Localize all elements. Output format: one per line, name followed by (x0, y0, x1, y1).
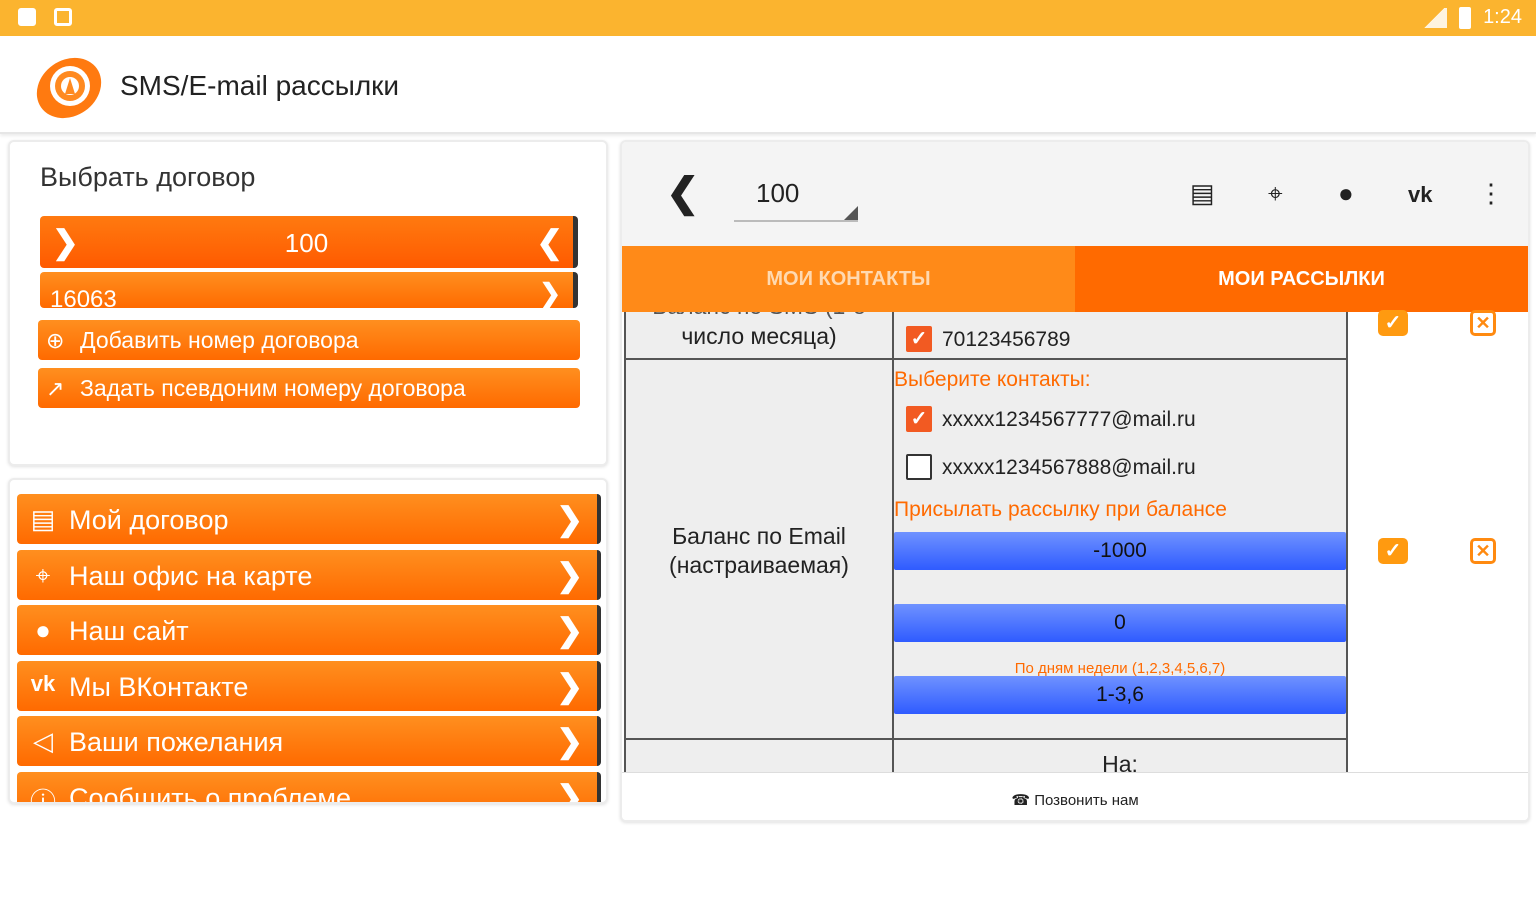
checkbox-checked[interactable]: ✓ (906, 406, 932, 432)
menu-item-my-contract[interactable]: ▤ Мой договор ❯ (17, 494, 601, 544)
add-contract-button[interactable]: ⊕ Добавить номер договора (38, 320, 580, 360)
app-bar: SMS/E-mail рассылки (0, 36, 1536, 134)
call-us-button[interactable]: ☎ Позвонить нам (622, 772, 1528, 820)
choose-contacts-label: Выберите контакты: (894, 368, 1091, 391)
table-border (624, 738, 1348, 740)
contract-icon[interactable]: ▤ (1190, 178, 1215, 209)
notification-icon (54, 8, 72, 26)
chevron-left-icon[interactable]: ❮ (536, 226, 563, 258)
menu-item-office-map[interactable]: ⌖ Наш офис на карте ❯ (17, 550, 601, 600)
tab-my-subscriptions[interactable]: МОИ РАССЫЛКИ (1075, 246, 1528, 312)
dropdown-arrow-icon (844, 206, 858, 220)
contract-panel: Выбрать договор ❯ 100 ❮ 16063 ❯ ⊕ Добави… (8, 140, 608, 466)
contract-selector[interactable]: ❯ 100 ❮ (40, 216, 578, 268)
menu-item-wishes[interactable]: ◁ Ваши пожелания ❯ (17, 716, 601, 766)
globe-icon[interactable]: ● (1338, 178, 1354, 209)
row-label: На: (1102, 751, 1138, 772)
subscriptions-table: Баланс по SMS (1-е число месяца) ✓ 70123… (622, 312, 1350, 772)
alert-icon: ⓘ (29, 787, 56, 804)
checkbox-unchecked[interactable] (906, 454, 932, 480)
tab-bar: МОИ КОНТАКТЫ МОИ РАССЫЛКИ (622, 246, 1528, 312)
menu-panel: ▤ Мой договор ❯ ⌖ Наш офис на карте ❯ ● … (8, 478, 608, 804)
days-of-week-input[interactable]: 1-3,6 (894, 676, 1346, 714)
row-label: число месяца) (681, 323, 837, 349)
chevron-right-icon: ❯ (556, 501, 583, 537)
phone-number: 70123456789 (942, 328, 1071, 351)
more-vert-icon[interactable]: ⋮ (1478, 178, 1504, 209)
megaphone-icon: ◁ (33, 726, 53, 756)
balance-from-input[interactable]: -1000 (894, 532, 1346, 570)
row-label-partial: Баланс по SMS (1-е (626, 312, 892, 321)
confirm-icon[interactable]: ✓ (1378, 538, 1408, 564)
contract-number-dropdown[interactable]: 100 (734, 172, 858, 222)
table-border (1346, 312, 1348, 772)
days-of-week-label: По дням недели (1,2,3,4,5,6,7) (1014, 660, 1226, 677)
chevron-right-icon: ❯ (556, 723, 583, 759)
email-address: xxxxx1234567777@mail.ru (942, 408, 1196, 431)
chevron-right-icon: ❯ (556, 557, 583, 593)
phone-icon: ☎ (1011, 792, 1031, 809)
call-us-label: Позвонить нам (1034, 792, 1139, 809)
selected-contract: 100 (284, 228, 329, 258)
app-logo-icon (36, 57, 102, 119)
chevron-right-icon: ❯ (556, 612, 583, 648)
signal-icon (1421, 7, 1448, 28)
external-link-icon: ↗ (46, 376, 65, 401)
balance-to-input[interactable]: 0 (894, 604, 1346, 642)
next-contract: 16063 (50, 286, 117, 308)
map-pin-icon[interactable]: ⌖ (1268, 178, 1283, 210)
panel-toolbar: ❮ 100 ▤ ⌖ ● vk ⋮ (622, 142, 1528, 246)
contract-panel-title: Выбрать договор (40, 162, 256, 192)
vk-icon[interactable]: vk (1408, 182, 1432, 208)
set-alias-button[interactable]: ↗ Задать псевдоним номеру договора (38, 368, 580, 408)
menu-item-report-problem[interactable]: ⓘ Сообщить о проблеме ❯ (17, 772, 601, 804)
notification-icon (18, 8, 36, 26)
chevron-right-icon: ❯ (556, 779, 583, 804)
status-bar: 1:24 (0, 0, 1536, 36)
plus-circle-icon: ⊕ (46, 328, 65, 353)
row-label: Баланс по Email (настраиваемая) (669, 523, 849, 578)
contract-option-next[interactable]: 16063 ❯ (40, 272, 578, 308)
menu-item-website[interactable]: ● Наш сайт ❯ (17, 605, 601, 655)
delete-icon[interactable]: ✕ (1470, 310, 1496, 336)
battery-icon (1459, 6, 1472, 29)
chevron-right-icon: ❯ (539, 278, 561, 308)
status-time: 1:24 (1483, 6, 1522, 28)
map-pin-icon: ⌖ (35, 560, 51, 590)
send-when-balance-label: Присылать рассылку при балансе (894, 498, 1227, 521)
contract-icon: ▤ (30, 504, 56, 534)
confirm-icon[interactable]: ✓ (1378, 310, 1408, 336)
menu-item-vk[interactable]: vk Мы ВКонтакте ❯ (17, 661, 601, 711)
vk-icon: vk (30, 671, 56, 696)
subscriptions-panel: ❮ 100 ▤ ⌖ ● vk ⋮ МОИ КОНТАКТЫ МОИ РАССЫЛ… (620, 140, 1530, 822)
app-title: SMS/E-mail рассылки (120, 70, 400, 101)
tab-my-contacts[interactable]: МОИ КОНТАКТЫ (622, 246, 1075, 312)
table-border (624, 358, 1348, 360)
back-icon[interactable]: ❮ (666, 170, 700, 216)
checkbox-checked[interactable]: ✓ (906, 326, 932, 352)
chevron-right-icon: ❯ (556, 668, 583, 704)
globe-icon: ● (35, 615, 51, 645)
delete-icon[interactable]: ✕ (1470, 538, 1496, 564)
email-address: xxxxx1234567888@mail.ru (942, 456, 1196, 479)
